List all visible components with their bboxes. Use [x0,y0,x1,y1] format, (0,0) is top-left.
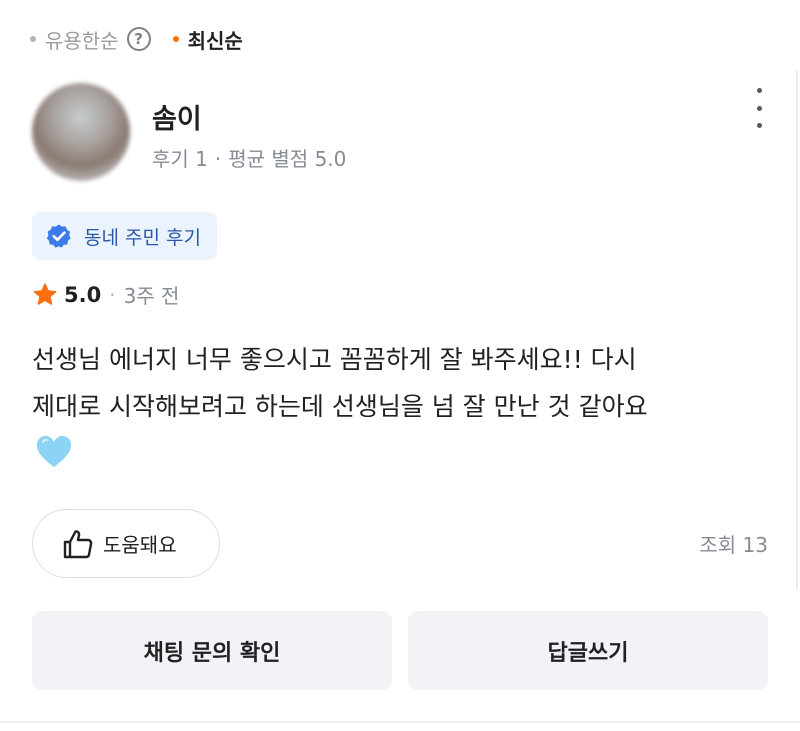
more-options-icon[interactable] [748,88,770,128]
thumbs-up-icon [63,529,93,558]
question-circle-icon[interactable]: ? [126,27,151,51]
review-count: 후기 1 [152,147,208,171]
helpful-button[interactable]: 도움돼요 [32,509,220,578]
review-line: 선생님 에너지 너무 좋으시고 꼼꼼하게 잘 봐주세요!! 다시 [32,345,637,374]
verified-check-icon [46,224,71,248]
review-page: 유용한순 ? 최신순 솜이 후기 1 · 평균 별점 5.0 동네 주민 후기 5.… [0,0,800,731]
reviewer-name[interactable]: 솜이 [152,97,202,136]
sort-dot [30,36,36,42]
view-count: 조회 13 [699,533,768,557]
review-line: 제대로 시작해보려고 하는데 선생님을 넘 잘 만난 것 같아요 [32,392,648,421]
rating-row: 5.0 · 3주 전 [32,280,179,309]
sort-dot-active [172,36,179,42]
rating-separator: · [109,282,116,307]
sort-option-latest[interactable]: 최신순 [172,25,243,54]
chat-inquiry-button[interactable]: 채팅 문의 확인 [32,611,392,690]
scroll-edge [796,70,798,590]
star-icon [33,282,57,305]
reviewer-meta: 후기 1 · 평균 별점 5.0 [152,143,346,172]
rating-value: 5.0 [64,282,102,307]
bottom-divider [0,721,800,723]
light-blue-heart-icon [36,435,72,467]
review-time: 3주 전 [123,284,180,308]
helpful-label: 도움돼요 [103,533,177,557]
badge-label: 동네 주민 후기 [84,226,201,249]
neighbor-review-badge: 동네 주민 후기 [32,212,217,260]
sort-option-label: 최신순 [187,28,243,53]
sort-option-label: 유용한순 [45,28,119,53]
sort-bar: 유용한순 ? 최신순 [30,22,243,56]
average-rating: 평균 별점 5.0 [228,147,347,171]
write-reply-button[interactable]: 답글쓰기 [408,611,768,690]
meta-separator: · [214,147,222,171]
review-text: 선생님 에너지 너무 좋으시고 꼼꼼하게 잘 봐주세요!! 다시 제대로 시작해… [32,336,772,430]
sort-option-useful[interactable]: 유용한순 ? [30,25,151,54]
avatar[interactable] [32,83,130,181]
